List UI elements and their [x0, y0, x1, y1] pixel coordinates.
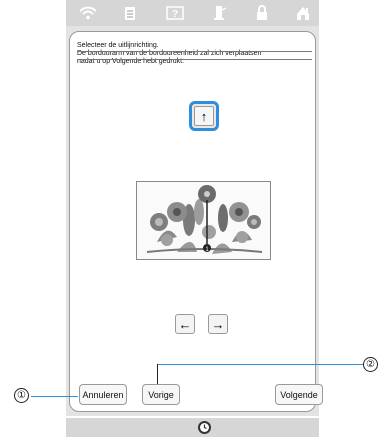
- cancel-button[interactable]: Annuleren: [79, 384, 127, 405]
- callout-line-two-vertical: [157, 364, 158, 384]
- help-icon[interactable]: ?: [166, 4, 184, 22]
- callout-line-one: [31, 396, 78, 397]
- lock-icon[interactable]: [253, 4, 271, 22]
- previous-button[interactable]: Vorige: [142, 384, 180, 405]
- home-icon[interactable]: [294, 4, 312, 22]
- direction-right-button[interactable]: →: [208, 314, 228, 334]
- document-icon[interactable]: [121, 4, 139, 22]
- instruction-text: Selecteer de uitlijnrichting. De borduur…: [77, 42, 312, 66]
- callout-one: ①: [14, 388, 29, 403]
- flower-embroidery-image: 1: [146, 185, 263, 254]
- bottom-bar: [66, 418, 319, 437]
- next-button[interactable]: Volgende: [275, 384, 323, 405]
- callout-two: ②: [363, 357, 378, 372]
- direction-left-button[interactable]: ←: [175, 314, 195, 334]
- arrow-left-icon: ←: [178, 316, 192, 332]
- svg-text:?: ?: [172, 9, 178, 20]
- clock-icon[interactable]: [198, 421, 211, 434]
- direction-up-button[interactable]: ↑: [189, 101, 219, 131]
- thread-icon[interactable]: [211, 4, 229, 22]
- arrow-right-icon: →: [211, 316, 225, 332]
- wifi-icon[interactable]: [79, 4, 97, 22]
- callout-line-two: [157, 364, 363, 365]
- arrow-up-glyph: ↑: [200, 108, 208, 124]
- status-bar: ?: [66, 0, 319, 26]
- arrow-up-icon: ↑: [194, 106, 214, 126]
- instruction-line-1: Selecteer de uitlijnrichting.: [77, 42, 159, 49]
- embroidery-preview: 1: [136, 181, 271, 260]
- divider: [77, 59, 312, 60]
- divider: [77, 51, 312, 52]
